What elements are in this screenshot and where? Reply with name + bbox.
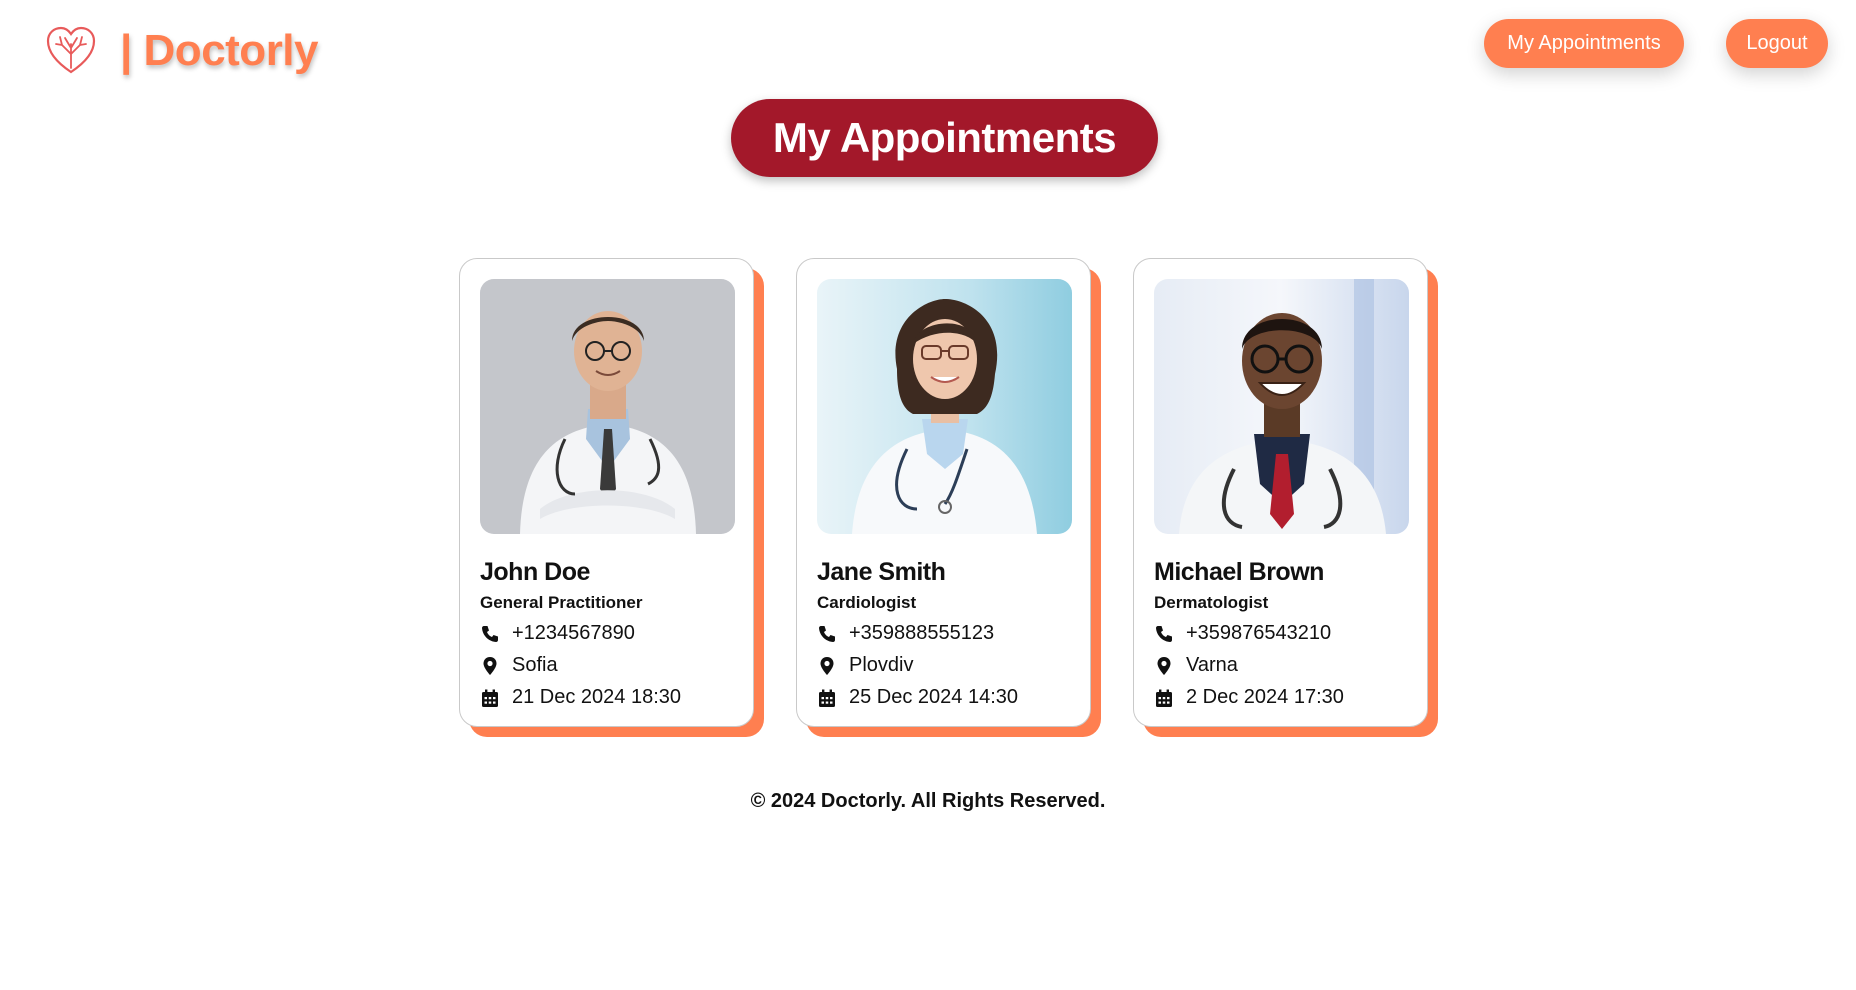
appointment-cards: John Doe General Practitioner +123456789… [459,258,1428,727]
doctor-phone: +359876543210 [1186,622,1332,644]
my-appointments-button[interactable]: My Appointments [1484,19,1684,68]
phone-icon [482,625,498,642]
calendar-icon [482,689,498,707]
doctor-city: Plovdiv [849,654,914,676]
doctor-name: Michael Brown [1154,558,1324,586]
map-pin-icon [1157,656,1171,675]
appointment-datetime: 21 Dec 2024 18:30 [512,686,682,708]
phone-row: +359876543210 [1154,622,1407,645]
footer-copyright: © 2024 Doctorly. All Rights Reserved. [750,790,1106,812]
logout-button[interactable]: Logout [1726,19,1828,68]
heart-tree-icon [46,26,96,74]
date-row: 21 Dec 2024 18:30 [480,686,733,709]
appointment-datetime: 25 Dec 2024 14:30 [849,686,1019,708]
phone-icon [1156,625,1172,642]
doctor-name: Jane Smith [817,558,946,586]
doctor-city: Sofia [512,654,558,676]
doctor-photo [817,279,1072,534]
header: | Doctorly My Appointments Logout [0,0,1856,100]
location-row: Varna [1154,654,1407,677]
appointment-datetime: 2 Dec 2024 17:30 [1186,686,1344,708]
phone-row: +359888555123 [817,622,1070,645]
doctor-specialty: Dermatologist [1154,593,1269,612]
doctor-phone: +359888555123 [849,622,995,644]
doctor-specialty: Cardiologist [817,593,917,612]
page-title: My Appointments [731,99,1158,177]
doctor-specialty: General Practitioner [480,593,643,612]
phone-icon [819,625,835,642]
brand-name: | Doctorly [120,26,319,75]
calendar-icon [1156,689,1172,707]
map-pin-icon [483,656,497,675]
doctor-phone: +1234567890 [512,622,635,644]
doctor-photo [1154,279,1409,534]
date-row: 25 Dec 2024 14:30 [817,686,1070,709]
doctor-name: John Doe [480,558,590,586]
doctor-city: Varna [1186,654,1238,676]
location-row: Plovdiv [817,654,1070,677]
doctor-photo [480,279,735,534]
appointment-card[interactable]: John Doe General Practitioner +123456789… [459,258,754,727]
phone-row: +1234567890 [480,622,733,645]
map-pin-icon [820,656,834,675]
calendar-icon [819,689,835,707]
location-row: Sofia [480,654,733,677]
appointment-card[interactable]: Michael Brown Dermatologist +35987654321… [1133,258,1428,727]
appointment-card[interactable]: Jane Smith Cardiologist +359888555123 Pl… [796,258,1091,727]
brand[interactable]: | Doctorly [44,24,319,78]
date-row: 2 Dec 2024 17:30 [1154,686,1407,709]
